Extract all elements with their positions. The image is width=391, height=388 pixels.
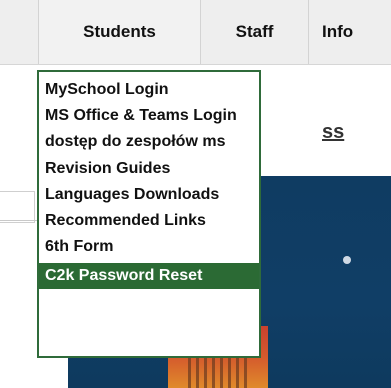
menu-item-6th-form[interactable]: 6th Form	[45, 238, 113, 256]
background-link-text[interactable]: ss	[322, 121, 344, 144]
menu-item-myschool-login[interactable]: MySchool Login	[45, 81, 169, 99]
background-divider	[0, 220, 38, 221]
background-input-box	[0, 191, 35, 223]
nav-tab-students[interactable]: Students	[38, 0, 201, 64]
menu-item-ms-teams-polish[interactable]: dostęp do zespołów ms	[45, 133, 225, 151]
menu-item-languages-downloads[interactable]: Languages Downloads	[45, 186, 219, 204]
nav-tab-info[interactable]: Info	[309, 0, 391, 64]
nav-tab-staff[interactable]: Staff	[201, 0, 309, 64]
menu-item-revision-guides[interactable]: Revision Guides	[45, 160, 170, 178]
menu-item-ms-office-teams-login[interactable]: MS Office & Teams Login	[45, 107, 237, 125]
students-dropdown-menu: MySchool Login MS Office & Teams Login d…	[37, 70, 261, 358]
menu-item-c2k-password-reset[interactable]: C2k Password Reset	[39, 263, 259, 289]
hero-dot	[343, 256, 351, 264]
menu-item-recommended-links[interactable]: Recommended Links	[45, 212, 206, 230]
top-nav-bar: Students Staff Info	[0, 0, 391, 65]
